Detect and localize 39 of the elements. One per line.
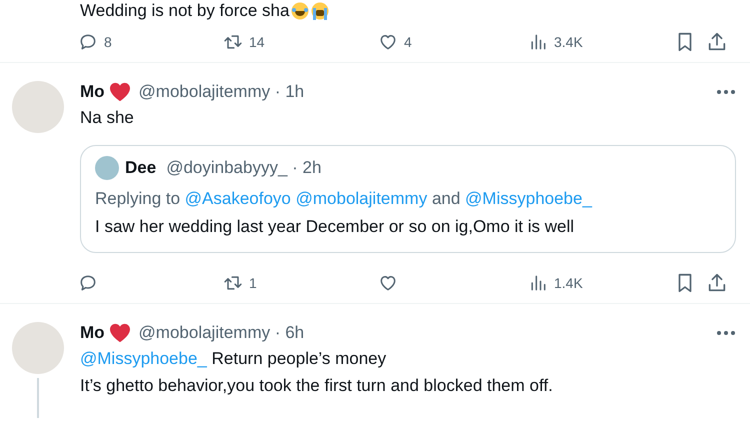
quote-text: I saw her wedding last year December or so on ig,Omo it is well [95, 216, 576, 238]
heart-emoji-icon [108, 323, 131, 343]
tweet-text: @Missyphoebe_ Return people’s money [80, 348, 388, 370]
reply-icon [78, 32, 98, 52]
share-icon [706, 31, 728, 53]
repost-count: 14 [249, 34, 265, 50]
like-button[interactable]: 4 [378, 32, 528, 52]
repost-count: 1 [249, 275, 257, 291]
heart-emoji-icon [108, 82, 131, 102]
heart-icon [378, 273, 398, 293]
quote-avatar [95, 156, 119, 180]
user-handle-time: @mobolajitemmy · 6h [138, 322, 304, 344]
reply-button[interactable]: 8 [78, 32, 223, 52]
repost-button[interactable]: 1 [223, 273, 378, 293]
like-count: 4 [404, 34, 412, 50]
more-icon [716, 89, 736, 95]
tweet-text: It’s ghetto behavior,you took the first turn and blocked them off. [80, 375, 554, 397]
crying-face-icon [311, 2, 330, 20]
quote-handle-time: @doyinbabyyy_ · 2h [166, 157, 322, 179]
views-button[interactable]: 1.4K [528, 273, 674, 293]
more-icon [716, 330, 736, 336]
reply-count: 8 [104, 34, 112, 50]
heart-icon [378, 32, 398, 52]
share-icon [706, 272, 728, 294]
tweet-text: Na she [80, 107, 135, 129]
laughing-face-icon [291, 2, 310, 20]
more-button[interactable] [716, 89, 736, 95]
user-handle-time: @mobolajitemmy · 1h [138, 81, 304, 103]
user-name[interactable]: Mo [80, 81, 105, 103]
views-count: 1.4K [554, 275, 583, 291]
views-button[interactable]: 3.4K [528, 32, 674, 52]
tweet-text: Wedding is not by force sha [80, 0, 290, 22]
quote-user-name: Dee [125, 157, 156, 179]
replying-to-text: Replying to @Asakeofoyo @mobolajitemmy and @Missyphoebe_ [95, 188, 594, 210]
views-count: 3.4K [554, 34, 583, 50]
reply-icon [78, 273, 98, 293]
user-name[interactable]: Mo [80, 322, 105, 344]
more-button[interactable] [716, 330, 736, 336]
repost-button[interactable]: 14 [223, 32, 378, 52]
